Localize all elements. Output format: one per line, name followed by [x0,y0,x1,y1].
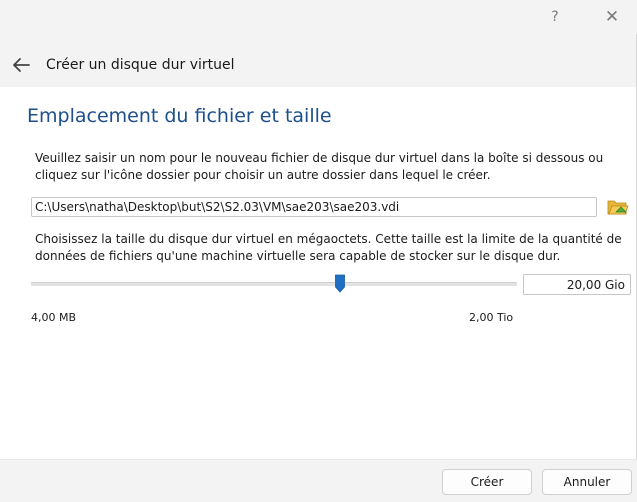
create-button[interactable]: Créer [442,469,532,495]
location-description: Veuillez saisir un nom pour le nouveau f… [35,151,604,182]
title-bar: ? ✕ [0,0,637,34]
footer: Créer Annuler [0,459,637,502]
wizard-header: Créer un disque dur virtuel [0,45,637,87]
disk-size-slider[interactable] [31,272,517,296]
slider-track[interactable] [31,282,517,286]
create-virtual-disk-dialog: ? ✕ Créer un disque dur virtuel Emplacem… [0,0,637,502]
help-button[interactable]: ? [537,4,573,30]
content-panel: Emplacement du fichier et taille Veuille… [0,87,636,459]
range-max-label: 2,00 Tio [469,311,514,324]
cancel-button[interactable]: Annuler [542,469,632,495]
close-button[interactable]: ✕ [594,4,630,30]
help-icon: ? [551,9,559,25]
file-path-input[interactable] [31,197,597,217]
slider-handle[interactable] [334,274,345,293]
page-title: Emplacement du fichier et taille [27,105,332,127]
disk-size-input[interactable] [523,274,631,295]
wizard-title: Créer un disque dur virtuel [46,57,235,73]
size-description: Choisissez la taille du disque dur virtu… [35,232,622,263]
back-button[interactable] [8,52,34,78]
back-arrow-icon [13,58,30,72]
folder-open-icon [607,200,629,215]
choose-folder-button[interactable] [606,196,630,218]
range-min-label: 4,00 MB [31,311,77,324]
close-icon: ✕ [604,7,620,27]
